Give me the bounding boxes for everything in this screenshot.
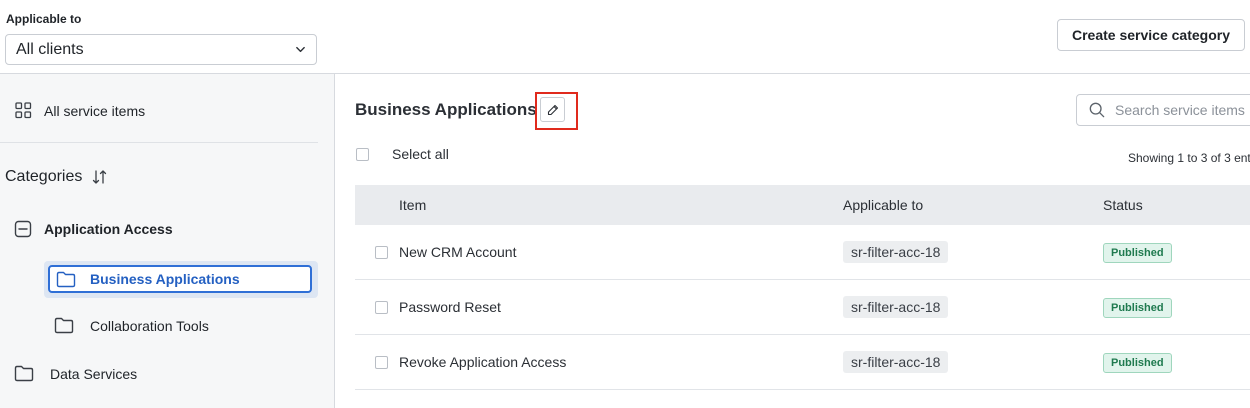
status-badge: Published	[1103, 243, 1172, 263]
column-header-item[interactable]: Item	[399, 197, 426, 213]
pagination-summary: Showing 1 to 3 of 3 entries	[1128, 151, 1250, 165]
sort-icon[interactable]	[92, 169, 108, 185]
folder-icon	[56, 271, 76, 287]
search-box[interactable]	[1076, 94, 1250, 126]
sidebar: All service items Categories Application…	[0, 74, 335, 408]
categories-title: Categories	[5, 168, 83, 185]
status-badge: Published	[1103, 298, 1172, 318]
main-content: Business Applications Select all Showing…	[335, 74, 1250, 408]
search-icon	[1089, 102, 1105, 118]
item-name[interactable]: New CRM Account	[399, 244, 516, 260]
category-label: Business Applications	[90, 271, 240, 287]
table-header: Item Applicable to Status	[355, 185, 1250, 225]
category-label: Collaboration Tools	[90, 317, 209, 334]
row-checkbox[interactable]	[375, 246, 388, 259]
category-application-access[interactable]: Application Access	[14, 220, 173, 238]
client-select[interactable]: All clients	[5, 34, 317, 65]
pencil-icon	[547, 104, 558, 115]
folder-icon	[54, 317, 74, 334]
all-service-items-link[interactable]: All service items	[15, 102, 145, 119]
table-row[interactable]: Password Reset sr-filter-acc-18 Publishe…	[355, 280, 1250, 335]
select-all-checkbox[interactable]	[356, 147, 369, 161]
chevron-down-icon	[296, 46, 305, 53]
category-business-applications[interactable]: Business Applications	[48, 265, 312, 293]
table-row[interactable]: Revoke Application Access sr-filter-acc-…	[355, 335, 1250, 390]
applicable-to-label: Applicable to	[6, 12, 82, 26]
category-collaboration-tools[interactable]: Collaboration Tools	[54, 317, 209, 334]
top-bar: Applicable to All clients Create service…	[0, 0, 1250, 74]
row-checkbox[interactable]	[375, 356, 388, 369]
search-input[interactable]	[1115, 102, 1250, 118]
row-checkbox[interactable]	[375, 301, 388, 314]
category-data-services[interactable]: Data Services	[14, 365, 137, 382]
page-title: Business Applications	[355, 100, 537, 119]
item-name[interactable]: Password Reset	[399, 299, 501, 315]
client-select-value: All clients	[16, 40, 84, 58]
applicable-to-chip: sr-filter-acc-18	[843, 241, 949, 263]
create-service-category-button[interactable]: Create service category	[1057, 19, 1245, 51]
column-header-applicable-to[interactable]: Applicable to	[843, 197, 923, 213]
edit-category-button[interactable]	[540, 97, 565, 122]
column-header-status[interactable]: Status	[1103, 197, 1143, 213]
item-name[interactable]: Revoke Application Access	[399, 354, 566, 370]
category-label: Data Services	[50, 365, 138, 382]
select-all-label: Select all	[392, 146, 449, 162]
status-badge: Published	[1103, 353, 1172, 373]
applicable-to-chip: sr-filter-acc-18	[843, 296, 949, 318]
grid-icon	[15, 102, 32, 119]
collapse-icon[interactable]	[14, 220, 32, 238]
applicable-to-chip: sr-filter-acc-18	[843, 351, 949, 373]
select-all[interactable]: Select all	[356, 146, 449, 162]
table-row[interactable]: New CRM Account sr-filter-acc-18 Publish…	[355, 225, 1250, 280]
category-label: Application Access	[44, 221, 173, 237]
categories-heading: Categories	[5, 168, 108, 186]
sidebar-divider	[0, 142, 318, 143]
all-service-items-label: All service items	[44, 102, 146, 119]
folder-icon	[14, 365, 34, 382]
